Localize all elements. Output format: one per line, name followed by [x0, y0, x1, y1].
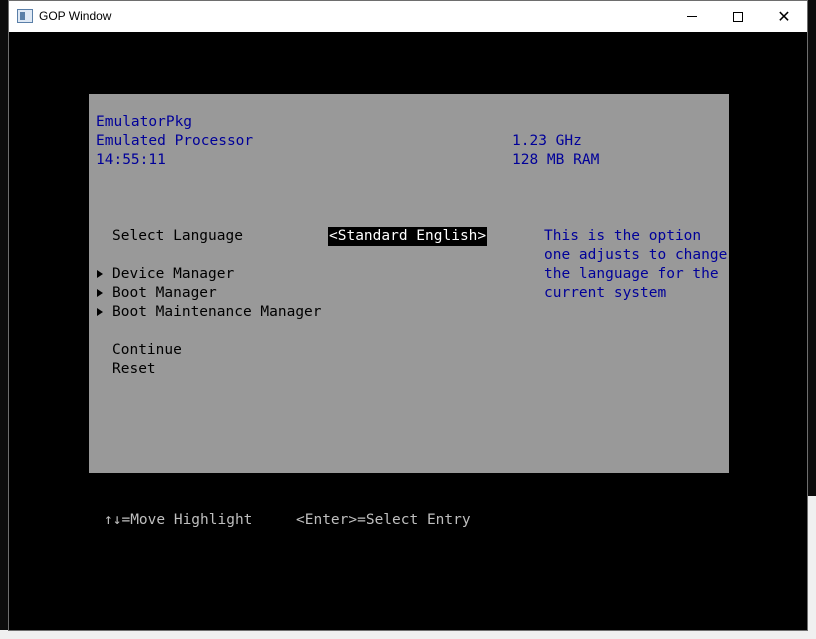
select-language-label[interactable]: Select Language	[112, 227, 243, 246]
menu-item-boot-maintenance-manager[interactable]: Boot Maintenance Manager	[112, 303, 322, 322]
close-icon: ✕	[777, 6, 791, 26]
help-text-line: current system	[544, 285, 667, 301]
menu-item-continue[interactable]: Continue	[112, 341, 182, 360]
move-highlight-hint: ↑↓=Move Highlight	[104, 512, 253, 528]
title-bar[interactable]: GOP Window ✕	[9, 1, 807, 32]
minimize-icon	[687, 16, 697, 17]
help-text-line: one adjusts to change	[544, 247, 728, 263]
memory-size: 128 MB RAM	[512, 152, 600, 168]
menu-item-boot-manager[interactable]: Boot Manager	[112, 284, 217, 303]
minimize-button[interactable]	[669, 1, 715, 32]
window-title: GOP Window	[39, 9, 112, 23]
current-time: 14:55:11	[96, 152, 166, 168]
platform-name: EmulatorPkg	[96, 114, 193, 130]
gop-window: GOP Window ✕ EmulatorPkg Emulated Proces…	[8, 0, 808, 631]
help-text-line: This is the option	[544, 228, 702, 244]
language-value-selector[interactable]: <Standard English>	[328, 227, 488, 246]
submenu-arrow-icon	[97, 270, 103, 278]
submenu-arrow-icon	[97, 308, 103, 316]
background-window-edge	[808, 496, 816, 639]
close-button[interactable]: ✕	[761, 1, 807, 32]
background-taskbar-edge	[0, 630, 816, 639]
menu-item-device-manager[interactable]: Device Manager	[112, 265, 234, 284]
select-entry-hint: <Enter>=Select Entry	[296, 512, 471, 528]
processor-speed: 1.23 GHz	[512, 133, 582, 149]
gop-client-area: EmulatorPkg Emulated Processor 14:55:11 …	[9, 32, 807, 630]
help-text-line: the language for the	[544, 266, 719, 282]
app-icon	[17, 9, 33, 23]
submenu-arrow-icon	[97, 289, 103, 297]
setup-panel: EmulatorPkg Emulated Processor 14:55:11 …	[89, 94, 729, 473]
processor-name: Emulated Processor	[96, 133, 254, 149]
maximize-button[interactable]	[715, 1, 761, 32]
maximize-icon	[733, 11, 743, 22]
menu-item-reset[interactable]: Reset	[112, 360, 156, 379]
